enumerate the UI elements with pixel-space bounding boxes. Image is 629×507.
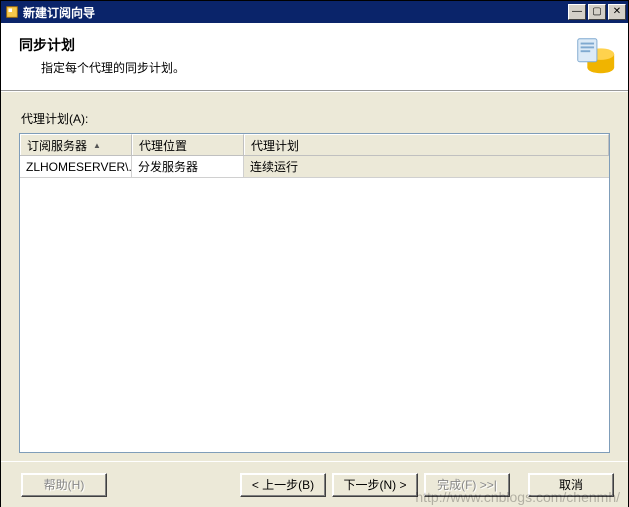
agent-schedule-grid[interactable]: 订阅服务器 ▲ 代理位置 代理计划 ZLHOMESERVER\... 分发服务器… [19, 133, 610, 453]
column-header-label: 代理计划 [251, 137, 299, 154]
grid-label: 代理计划(A): [21, 110, 616, 127]
wizard-header: 同步计划 指定每个代理的同步计划。 [1, 23, 628, 91]
table-row[interactable]: ZLHOMESERVER\... 分发服务器 连续运行 [20, 156, 609, 178]
column-header-schedule[interactable]: 代理计划 [244, 134, 609, 155]
cancel-button[interactable]: 取消 [528, 473, 614, 497]
cell-subscriber: ZLHOMESERVER\... [20, 156, 132, 177]
window-controls: — ▢ ✕ [568, 4, 626, 20]
wizard-header-text: 同步计划 指定每个代理的同步计划。 [19, 35, 612, 76]
cell-schedule[interactable]: 连续运行 [244, 156, 609, 177]
app-icon [5, 5, 19, 19]
help-button[interactable]: 帮助(H) [21, 473, 107, 497]
cell-location: 分发服务器 [132, 156, 244, 177]
column-header-subscriber[interactable]: 订阅服务器 ▲ [20, 134, 132, 155]
maximize-button[interactable]: ▢ [588, 4, 606, 20]
next-button[interactable]: 下一步(N) > [332, 473, 418, 497]
wizard-icon [572, 33, 618, 79]
content-area: 代理计划(A): 订阅服务器 ▲ 代理位置 代理计划 ZLHOMESERVER\… [1, 91, 628, 461]
button-bar: 帮助(H) < 上一步(B) 下一步(N) > 完成(F) >>| 取消 htt… [1, 461, 628, 507]
back-button[interactable]: < 上一步(B) [240, 473, 326, 497]
titlebar: 新建订阅向导 — ▢ ✕ [1, 1, 628, 23]
column-header-label: 订阅服务器 [27, 137, 87, 154]
minimize-button[interactable]: — [568, 4, 586, 20]
sort-indicator-icon: ▲ [93, 141, 101, 150]
column-header-label: 代理位置 [139, 137, 187, 154]
close-button[interactable]: ✕ [608, 4, 626, 20]
finish-button[interactable]: 完成(F) >>| [424, 473, 510, 497]
column-header-location[interactable]: 代理位置 [132, 134, 244, 155]
page-title: 同步计划 [19, 35, 612, 55]
grid-header: 订阅服务器 ▲ 代理位置 代理计划 [20, 134, 609, 156]
page-subtitle: 指定每个代理的同步计划。 [19, 59, 612, 76]
window-title: 新建订阅向导 [23, 4, 568, 21]
